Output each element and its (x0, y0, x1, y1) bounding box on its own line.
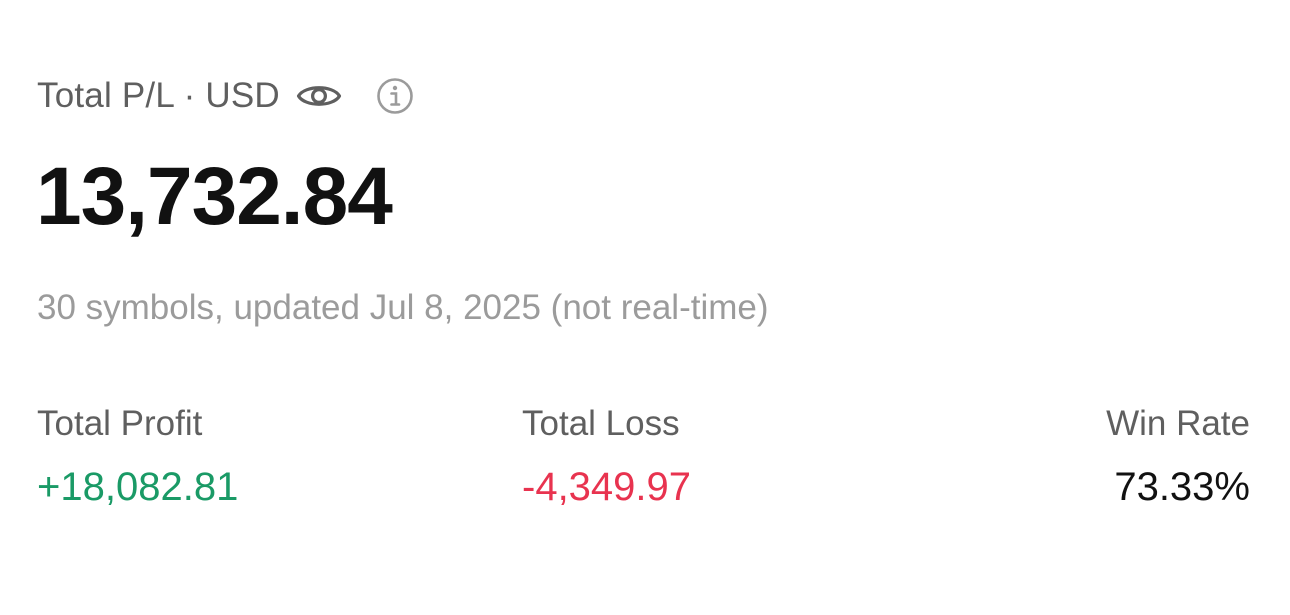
eye-icon-graphic (296, 86, 341, 106)
info-icon[interactable] (376, 77, 414, 115)
symbols-update-info: 30 symbols, updated Jul 8, 2025 (not rea… (37, 288, 769, 327)
pl-header: Total P/L · USD (37, 72, 414, 120)
win-rate-stat: Win Rate 73.33% (1106, 402, 1250, 510)
win-rate-label: Win Rate (1106, 404, 1250, 443)
eye-icon[interactable] (296, 78, 342, 114)
pl-summary-card: Total P/L · USD 13,732.84 30 symbols, up… (0, 0, 1290, 615)
info-icon-graphic (377, 78, 413, 114)
pl-header-label: Total P/L · USD (37, 76, 280, 115)
total-profit-value: +18,082.81 (37, 465, 239, 509)
total-profit-stat: Total Profit +18,082.81 (37, 402, 238, 510)
win-rate-value: 73.33% (1114, 465, 1250, 509)
total-profit-label: Total Profit (37, 404, 203, 443)
total-loss-value: -4,349.97 (522, 465, 692, 509)
total-loss-stat: Total Loss -4,349.97 (522, 402, 691, 510)
total-loss-label: Total Loss (522, 404, 680, 443)
total-pl-value: 13,732.84 (36, 151, 393, 242)
